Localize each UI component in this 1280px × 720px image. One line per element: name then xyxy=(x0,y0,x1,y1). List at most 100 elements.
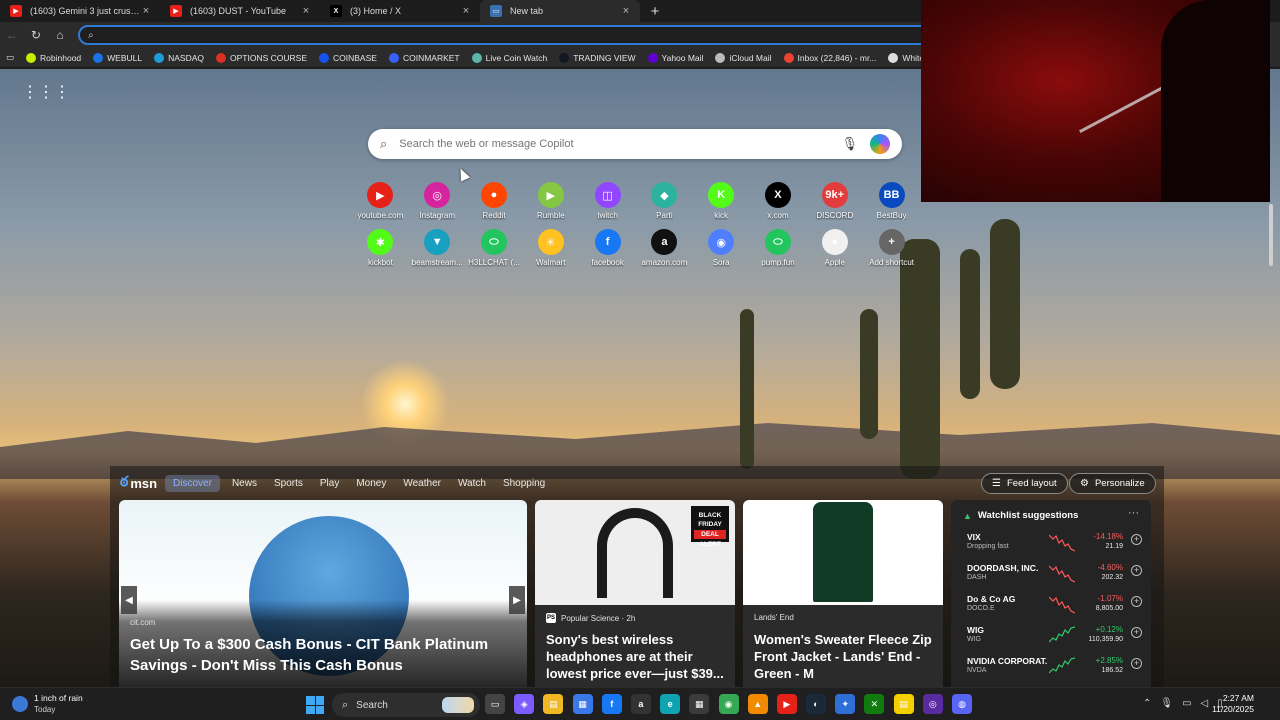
msn-tab-news[interactable]: News xyxy=(232,475,257,492)
notes-icon[interactable]: ▤ xyxy=(893,694,914,714)
close-icon[interactable]: × xyxy=(140,5,152,17)
shortcut-tile[interactable]: + Add shortcut xyxy=(863,229,920,276)
bookmark-item[interactable]: COINMARKET xyxy=(388,52,460,63)
steam-icon[interactable]: ◐ xyxy=(806,694,827,714)
bookmark-item[interactable]: OPTIONS COURSE xyxy=(216,52,307,63)
bookmark-item[interactable]: Live Coin Watch xyxy=(471,52,547,63)
shortcut-tile[interactable]: Kkick xyxy=(693,182,750,229)
msn-tab-shopping[interactable]: Shopping xyxy=(503,475,545,492)
watchlist-row[interactable]: WIG WIG +0.12% 110,359.90 + xyxy=(967,623,1145,653)
vlc-icon[interactable]: ▲ xyxy=(747,694,768,714)
close-icon[interactable]: × xyxy=(300,5,312,17)
home-button[interactable]: ⌂ xyxy=(48,28,72,42)
shortcut-tile[interactable]: ● Reddit xyxy=(466,182,523,229)
news-card-hero[interactable]: cit.com Get Up To a $300 Cash Bonus - CI… xyxy=(119,500,527,687)
scrollbar-thumb[interactable] xyxy=(1269,204,1273,266)
tab-1[interactable]: ▶ (1603) Gemini 3 just crushed eve× xyxy=(0,0,160,22)
shortcut-tile[interactable]: ▶ youtube.com xyxy=(352,182,409,229)
store-icon[interactable]: ▦ xyxy=(572,694,593,714)
close-icon[interactable]: × xyxy=(460,5,472,17)
bookmark-item[interactable]: WEBULL xyxy=(93,52,142,63)
add-icon[interactable]: + xyxy=(1131,596,1142,607)
msn-tab-discover[interactable]: Discover xyxy=(165,474,220,492)
back-button[interactable]: ← xyxy=(0,28,24,42)
shortcut-tile[interactable]: ✱ kickbot xyxy=(352,229,409,276)
volume-icon[interactable]: ◁ xyxy=(1201,698,1209,709)
carousel-next-button[interactable]: ▶ xyxy=(509,586,525,614)
calculator-icon[interactable]: ▦ xyxy=(689,694,710,714)
network-icon[interactable]: ▭ xyxy=(1182,698,1191,709)
bookmark-item[interactable]: Yahoo Mail xyxy=(647,52,703,63)
web-search-box[interactable]: ⌕ 🎙 xyxy=(368,129,902,159)
msn-logo[interactable]: ఠ msn xyxy=(120,473,157,493)
shortcut-tile[interactable]: ⬭ pump.fun xyxy=(750,229,807,276)
card-headline[interactable]: Get Up To a $300 Cash Bonus - CIT Bank P… xyxy=(130,634,517,676)
bookmark-item[interactable]: Robinhood xyxy=(26,52,81,63)
shortcut-tile[interactable]: ◫ twitch xyxy=(579,182,636,229)
copilot-icon[interactable]: ◈ xyxy=(514,694,535,714)
chrome-icon[interactable]: ◉ xyxy=(718,694,739,714)
web-search-input[interactable] xyxy=(399,138,842,150)
bookmark-item[interactable]: COINBASE xyxy=(319,52,377,63)
scrollbar[interactable] xyxy=(1268,202,1274,687)
discord-icon[interactable]: ◍ xyxy=(952,694,972,714)
watchlist-row[interactable]: Do & Co AG DOCO.E -1.07% 8,805.00 + xyxy=(967,592,1145,622)
msn-tab-money[interactable]: Money xyxy=(356,475,386,492)
tab-3[interactable]: X (3) Home / X × xyxy=(320,0,480,22)
clock[interactable]: 2:27 AM 11/20/2025 xyxy=(1212,693,1254,715)
msn-tab-weather[interactable]: Weather xyxy=(403,475,441,492)
apps-grid-icon[interactable]: ⋮⋮⋮ xyxy=(22,82,70,102)
card-headline[interactable]: Sony's best wireless headphones are at t… xyxy=(546,631,725,682)
shortcut-tile[interactable]: f facebook xyxy=(579,229,636,276)
facebook-icon[interactable]: f xyxy=(601,694,622,714)
shortcut-tile[interactable]: ▼ beamstream... xyxy=(409,229,466,276)
more-options-icon[interactable]: ··· xyxy=(1128,507,1139,519)
add-icon[interactable]: + xyxy=(1131,658,1142,669)
tab-4[interactable]: ▭ New tab × xyxy=(480,0,640,22)
news-card[interactable]: Lands' End Women's Sweater Fleece Zip Fr… xyxy=(743,500,943,687)
copilot-icon[interactable] xyxy=(870,134,890,154)
tab-2[interactable]: ▶ (1603) DUST - YouTube × xyxy=(160,0,320,22)
taskbar-search[interactable]: ⌕ Search xyxy=(332,693,480,717)
xbox-icon[interactable]: ✕ xyxy=(864,694,885,714)
shortcut-tile[interactable]: a amazon.com xyxy=(636,229,693,276)
new-tab-button[interactable]: + xyxy=(644,3,666,20)
youtube-icon[interactable]: ▶ xyxy=(776,694,797,714)
shortcut-tile[interactable]: ✳ Walmart xyxy=(522,229,579,276)
watchlist-row[interactable]: NVIDIA CORPORAT... NVDA +2.85% 186.52 + xyxy=(967,654,1145,684)
shortcut-tile[interactable]: ● Apple xyxy=(806,229,863,276)
news-card[interactable]: BLACK FRIDAY DEAL ALERT PS Popular Scien… xyxy=(535,500,735,687)
feed-layout-button[interactable]: ☰ Feed layout xyxy=(981,473,1068,494)
weather-widget[interactable]: 1 inch of rain Today xyxy=(12,693,83,715)
shortcut-tile[interactable]: 9k+ DISCORD xyxy=(806,182,863,229)
edge-icon[interactable]: e xyxy=(660,694,681,714)
watchlist-row[interactable]: VIX Dropping fast -14.18% 21.19 + xyxy=(967,530,1145,560)
microphone-icon[interactable]: 🎙 xyxy=(841,136,858,152)
bookmark-item[interactable]: TRADING VIEW xyxy=(559,52,636,63)
bookmark-item[interactable]: NASDAQ xyxy=(154,52,204,63)
msn-tab-sports[interactable]: Sports xyxy=(274,475,303,492)
bookmarks-menu-icon[interactable]: ▭ xyxy=(6,52,14,63)
shortcut-tile[interactable]: BB BestBuy xyxy=(863,182,920,229)
close-icon[interactable]: × xyxy=(620,5,632,17)
msn-tab-watch[interactable]: Watch xyxy=(458,475,486,492)
start-button[interactable] xyxy=(306,696,324,714)
address-input[interactable] xyxy=(101,29,802,41)
carousel-prev-button[interactable]: ◀ xyxy=(121,586,137,614)
task-view-icon[interactable]: ▭ xyxy=(485,694,505,714)
shortcut-tile[interactable]: ◆ Parti xyxy=(636,182,693,229)
microphone-icon[interactable]: 🎙 xyxy=(1160,698,1173,709)
amazon-icon[interactable]: a xyxy=(630,694,651,714)
add-icon[interactable]: + xyxy=(1131,565,1142,576)
add-icon[interactable]: + xyxy=(1131,534,1142,545)
refresh-button[interactable]: ↻ xyxy=(24,28,48,42)
chevron-up-icon[interactable]: ⌃ xyxy=(1143,698,1151,709)
file-explorer-icon[interactable]: ▤ xyxy=(543,694,564,714)
obs-icon[interactable]: ◎ xyxy=(922,694,943,714)
shortcut-tile[interactable]: ◎ Instagram xyxy=(409,182,466,229)
address-bar[interactable]: ⌕ xyxy=(78,25,938,45)
shortcut-tile[interactable]: ⬭ H3LLCHAT (... xyxy=(466,229,523,276)
shortcut-tile[interactable]: ◉ Sora xyxy=(693,229,750,276)
bookmark-item[interactable]: Inbox (22,846) - mr... xyxy=(783,52,876,63)
msn-tab-play[interactable]: Play xyxy=(320,475,339,492)
